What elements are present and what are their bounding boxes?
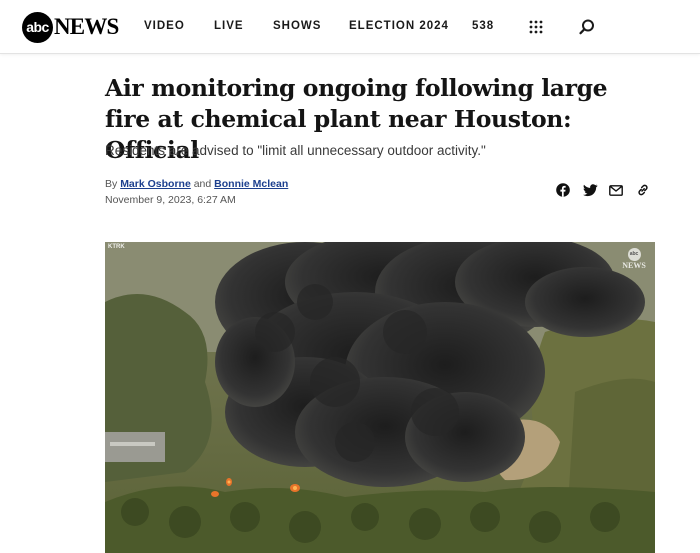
- fire-smoke-illustration: [105, 242, 655, 553]
- nav-item-538[interactable]: 538: [472, 20, 494, 32]
- email-icon[interactable]: [608, 182, 624, 198]
- nav-item-live[interactable]: LIVE: [214, 20, 244, 32]
- byline: By Mark Osborne and Bonnie Mclean: [105, 178, 288, 190]
- abc-news-watermark: abc NEWS: [619, 248, 649, 271]
- station-bug: KTRK: [108, 244, 125, 250]
- publish-date: November 9, 2023, 6:27 AM: [105, 194, 236, 206]
- nav-item-election-2024[interactable]: ELECTION 2024: [349, 20, 449, 32]
- grid-dots-icon[interactable]: [528, 19, 544, 35]
- byline-and: and: [193, 178, 212, 190]
- twitter-icon[interactable]: [582, 182, 598, 198]
- watermark-mark: abc: [627, 248, 641, 261]
- abc-logo-mark: abc: [22, 11, 53, 43]
- watermark-text: NEWS: [622, 261, 646, 270]
- article-subheadline: Residents are advised to "limit all unne…: [105, 143, 486, 158]
- abc-news-logo[interactable]: abc NEWS: [22, 11, 119, 43]
- nav-item-video[interactable]: VIDEO: [144, 20, 185, 32]
- author-link-bonnie-mclean[interactable]: Bonnie Mclean: [214, 178, 288, 190]
- hero-image-chemical-plant-fire[interactable]: KTRK abc NEWS: [105, 242, 655, 553]
- search-icon[interactable]: [578, 18, 596, 36]
- byline-prefix: By: [105, 178, 118, 190]
- nav-item-shows[interactable]: SHOWS: [273, 20, 321, 32]
- author-link-mark-osborne[interactable]: Mark Osborne: [120, 178, 191, 190]
- link-icon[interactable]: [635, 182, 651, 198]
- facebook-icon[interactable]: [555, 182, 571, 198]
- site-header: abc NEWS VIDEO LIVE SHOWS ELECTION 2024 …: [0, 0, 700, 54]
- news-wordmark: NEWS: [54, 14, 119, 39]
